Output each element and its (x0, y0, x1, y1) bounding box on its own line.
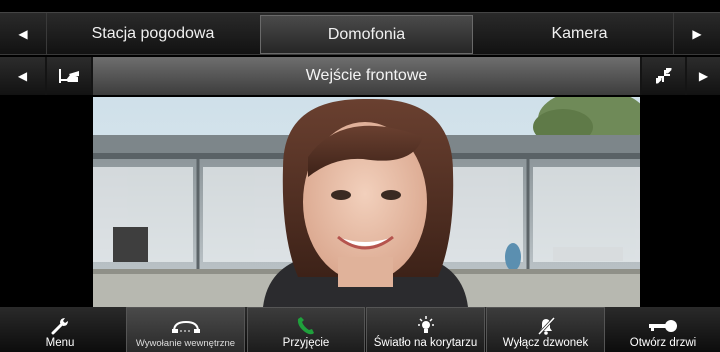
tab-label: Kamera (551, 24, 608, 42)
camera-next-button[interactable]: ▶ (687, 57, 720, 95)
tab-label: Stacja pogodowa (91, 24, 215, 42)
camera-select-button[interactable] (47, 57, 91, 95)
internal-call-label: Wywołanie wewnętrzne (135, 338, 236, 349)
exit-fullscreen-button[interactable] (642, 57, 685, 95)
tabs-prev-button[interactable]: ◀ (0, 13, 47, 54)
arrow-right-icon: ▶ (698, 69, 709, 83)
video-feed (93, 97, 640, 307)
tab-bar: ◀ Stacja pogodowa Domofonia Kamera ▶ (0, 12, 720, 55)
camera-prev-button[interactable]: ◀ (0, 57, 45, 95)
hall-light-label: Światło na korytarzu (373, 337, 478, 349)
tab-weather-station[interactable]: Stacja pogodowa (46, 13, 260, 54)
camera-bar: ◀ Wejście frontowe ▶ (0, 57, 720, 95)
internal-call-icon (171, 320, 200, 333)
accept-call-label: Przyjęcie (282, 337, 330, 349)
open-door-label: Otwórz drzwi (629, 337, 697, 349)
open-door-button[interactable]: Otwórz drzwi (606, 307, 720, 352)
key-icon (649, 320, 677, 332)
bell-off-icon (537, 316, 555, 336)
light-bulb-icon (417, 316, 434, 333)
video-frame-image (93, 97, 640, 307)
accept-call-button[interactable]: Przyjęcie (247, 307, 365, 352)
tab-label: Domofonia (327, 25, 406, 43)
mute-bell-button[interactable]: Wyłącz dzwonek (486, 307, 605, 352)
mute-bell-label: Wyłącz dzwonek (502, 337, 589, 349)
menu-label: Menu (45, 337, 75, 349)
wrench-icon (51, 318, 68, 335)
arrow-left-icon: ◀ (18, 26, 28, 41)
arrow-left-icon: ◀ (17, 69, 28, 83)
phone-accept-icon (297, 317, 314, 335)
tab-camera[interactable]: Kamera (473, 13, 686, 54)
security-camera-icon (59, 69, 79, 83)
menu-button[interactable]: Menu (35, 307, 85, 352)
collapse-arrows-icon (655, 68, 672, 84)
hall-light-button[interactable]: Światło na korytarzu (366, 307, 485, 352)
internal-call-button[interactable]: Wywołanie wewnętrzne (126, 307, 245, 352)
camera-title: Wejście frontowe (93, 57, 640, 95)
arrow-right-icon: ▶ (692, 26, 702, 41)
tabs-next-button[interactable]: ▶ (673, 13, 720, 54)
bottom-toolbar: Menu Wywołanie wewnętrzne Przyjęcie Świa… (0, 307, 720, 352)
camera-title-label: Wejście frontowe (305, 67, 428, 84)
tab-intercom[interactable]: Domofonia (260, 15, 473, 54)
